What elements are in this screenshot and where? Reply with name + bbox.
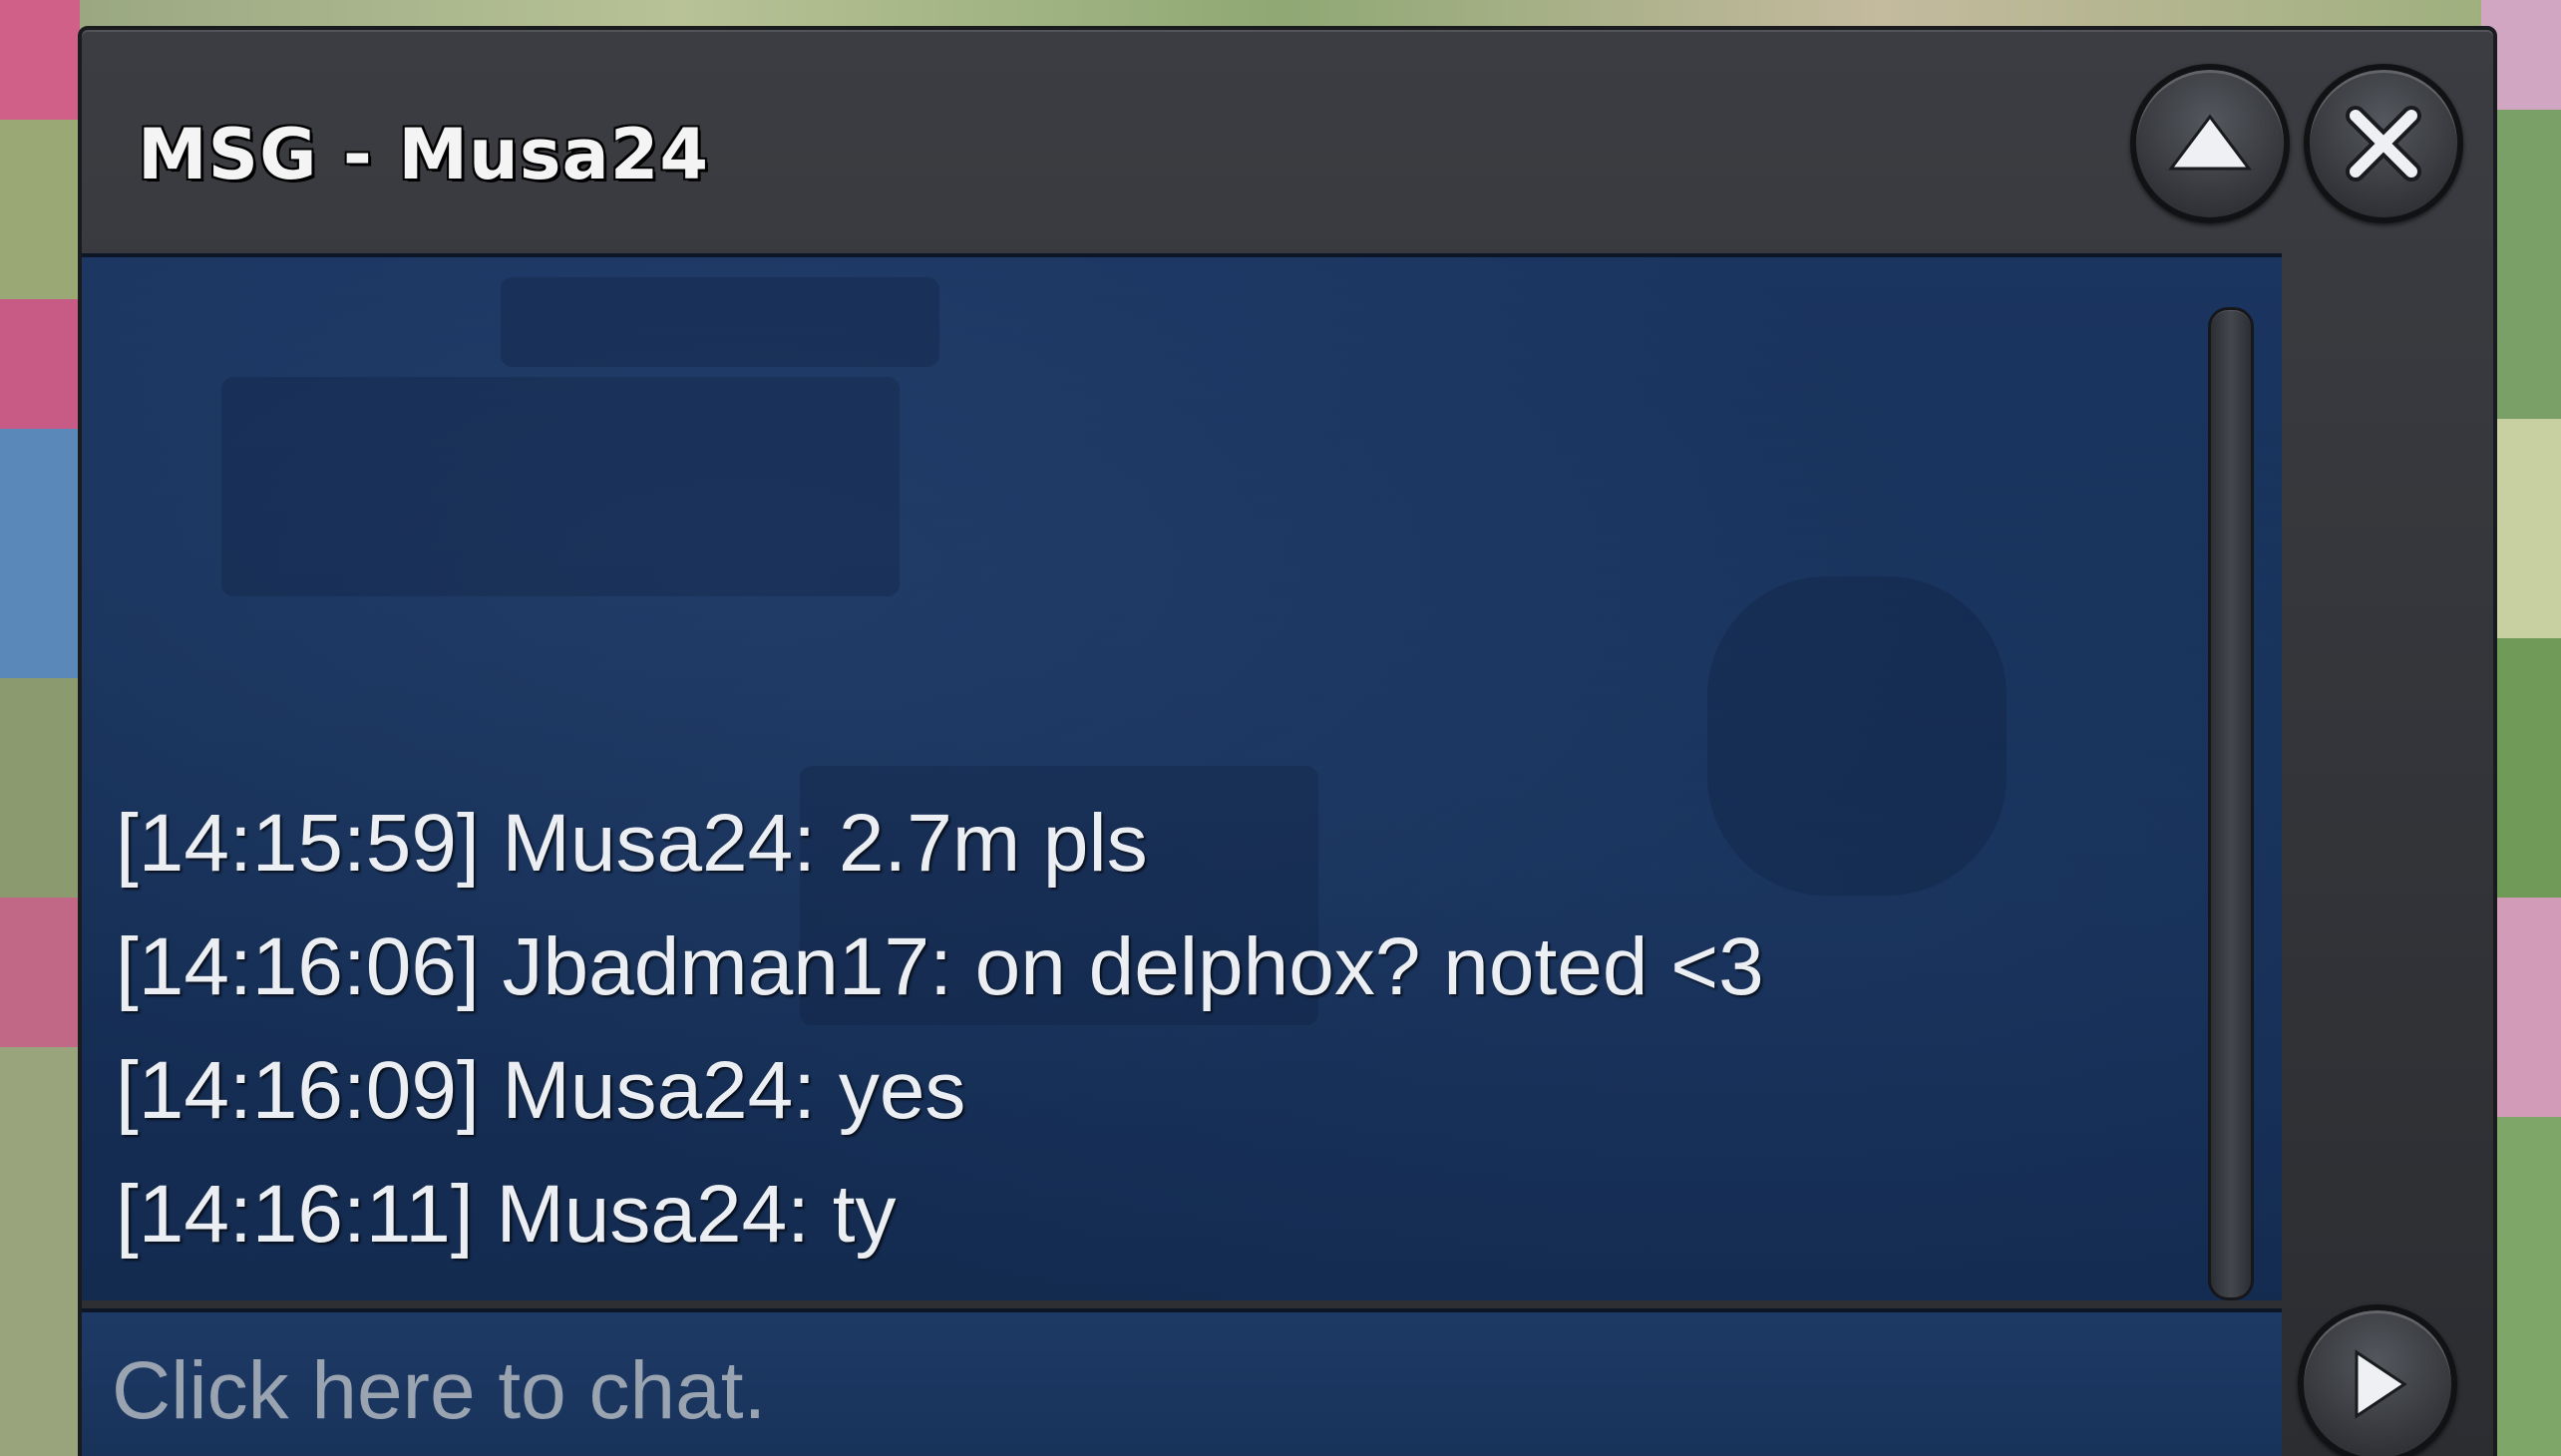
chat-log[interactable]: [14:15:59] Musa24: 2.7m pls [14:16:06] J…	[82, 253, 2282, 1300]
chevron-up-icon	[2168, 114, 2252, 171]
close-button[interactable]	[2304, 64, 2463, 223]
window-title: MSG - Musa24	[138, 114, 710, 195]
close-icon	[2346, 106, 2421, 182]
game-scene: MSG - Musa24 [14:15:59] Musa24: 2.7m pls…	[0, 0, 2561, 1456]
chat-message: [14:16:09] Musa24: yes	[116, 1045, 966, 1136]
chat-input[interactable]	[110, 1330, 2208, 1452]
window-titlebar[interactable]: MSG - Musa24	[82, 30, 2276, 253]
message-list: [14:15:59] Musa24: 2.7m pls [14:16:06] J…	[116, 782, 1764, 1276]
chat-scrollbar[interactable]	[2208, 307, 2254, 1300]
send-button[interactable]	[2298, 1304, 2457, 1456]
play-arrow-icon	[2355, 1349, 2407, 1419]
ghost-map-building	[221, 377, 900, 596]
chat-message: [14:15:59] Musa24: 2.7m pls	[116, 798, 1148, 889]
chat-message: [14:16:06] Jbadman17: on delphox? noted …	[116, 921, 1764, 1012]
chat-input-bar	[82, 1308, 2282, 1456]
message-window: MSG - Musa24 [14:15:59] Musa24: 2.7m pls…	[78, 26, 2497, 1456]
ghost-map-sign	[501, 277, 939, 367]
minimize-button[interactable]	[2130, 64, 2290, 223]
chat-message: [14:16:11] Musa24: ty	[116, 1169, 897, 1260]
map-background-left	[0, 0, 80, 1456]
